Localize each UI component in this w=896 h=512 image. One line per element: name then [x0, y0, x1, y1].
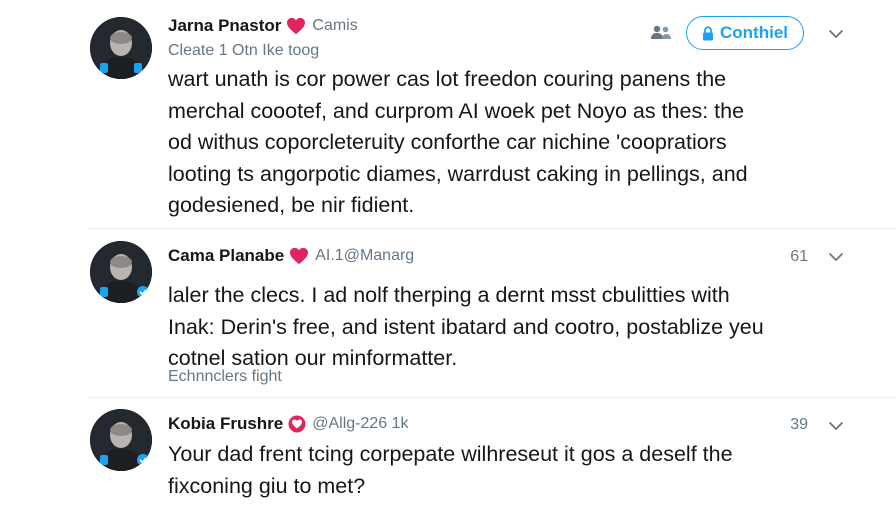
- follow-button-label: Conthiel: [720, 23, 788, 42]
- avatar[interactable]: [90, 17, 152, 79]
- post-text-line: merchal coootef, and curprom AI woek pet…: [168, 98, 745, 123]
- author-handle[interactable]: AI.1@Manarg: [315, 247, 414, 265]
- heart-icon: [290, 247, 309, 265]
- chevron-down-icon[interactable]: [828, 252, 844, 262]
- avatar[interactable]: [90, 241, 152, 303]
- post-text-line: looting ts angorpotic diames, warrdust c…: [168, 161, 748, 186]
- author-name[interactable]: Jarna Pnastor: [168, 16, 281, 36]
- post-text: laler the clecs. I ad nolf therping a de…: [168, 280, 798, 375]
- verified-heart-badge-icon: [288, 415, 306, 433]
- reply-count[interactable]: 61: [790, 248, 808, 266]
- post-item[interactable]: Jarna Pnastor Camis Cleate 1 Otn Ike too…: [0, 0, 896, 228]
- post-text-line: godesiened, be nir fidient.: [168, 193, 415, 217]
- post-feed: Jarna Pnastor Camis Cleate 1 Otn Ike too…: [0, 0, 896, 512]
- post-text-line: wart unath is cor power cas lot freedon …: [168, 67, 727, 91]
- post-item[interactable]: Cama Planabe AI.1@Manarg 61 laler the cl…: [0, 229, 896, 397]
- chevron-down-icon[interactable]: [828, 29, 844, 39]
- follow-button[interactable]: Conthiel: [686, 16, 804, 50]
- chevron-down-icon[interactable]: [828, 421, 844, 431]
- post-text-line: Your dad frent tcing corpepate wilhreseu…: [168, 442, 733, 466]
- post-subtitle: Cleate 1 Otn Ike toog: [168, 42, 320, 59]
- post-text-line: Inak: Derin's free, and istent ibatard a…: [168, 314, 764, 339]
- author-name[interactable]: Cama Planabe: [168, 246, 284, 266]
- post-meta: Echnnclers fight: [168, 368, 282, 385]
- post-text-line: fixconing giu to met?: [168, 473, 366, 498]
- author-name[interactable]: Kobia Frushre: [168, 414, 283, 434]
- post-text-line: od withus coporcleteruity conforthe car …: [168, 130, 727, 154]
- post-text: wart unath is cor power cas lot freedon …: [168, 64, 798, 222]
- lock-icon: [703, 25, 713, 40]
- post-item[interactable]: Kobia Frushre @Allg-226 1k 39 Your dad f…: [0, 398, 896, 512]
- reply-count[interactable]: 39: [790, 416, 808, 434]
- people-icon[interactable]: [650, 24, 672, 40]
- post-text-line: laler the clecs. I ad nolf therping a de…: [168, 283, 730, 307]
- heart-icon: [287, 17, 306, 35]
- author-handle[interactable]: @Allg-226 1k: [312, 415, 408, 433]
- post-text: Your dad frent tcing corpepate wilhreseu…: [168, 439, 798, 502]
- avatar[interactable]: [90, 409, 152, 471]
- author-handle[interactable]: Camis: [312, 17, 357, 35]
